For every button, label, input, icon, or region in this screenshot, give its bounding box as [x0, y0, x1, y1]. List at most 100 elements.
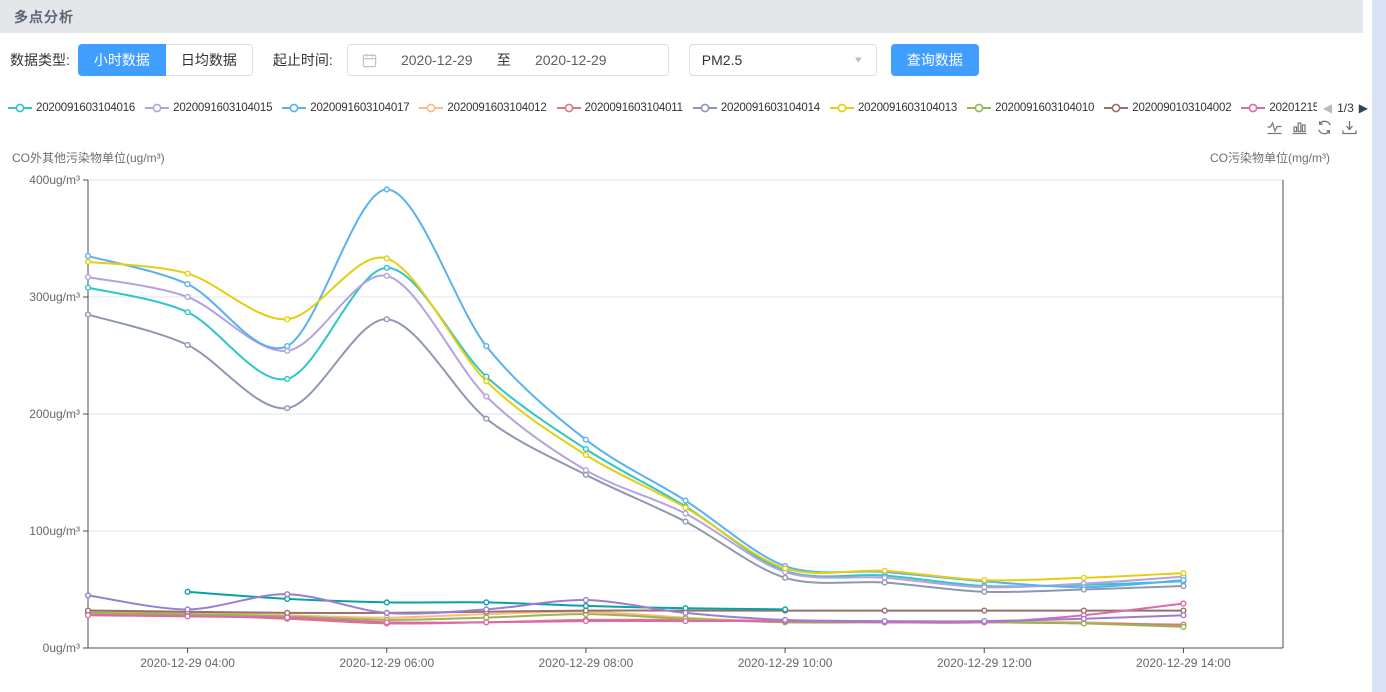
data-point [484, 620, 489, 625]
query-data-button[interactable]: 查询数据 [891, 44, 979, 76]
legend-item-label: 20201215 [1269, 102, 1317, 114]
data-point [1081, 575, 1086, 580]
series-line [88, 189, 1183, 587]
download-icon[interactable] [1341, 119, 1358, 136]
refresh-icon[interactable] [1316, 119, 1333, 136]
data-point [982, 589, 987, 594]
bar-chart-icon[interactable] [1291, 119, 1308, 136]
data-point [982, 619, 987, 624]
data-point [185, 614, 190, 619]
legend-item-label: 2020091603104013 [858, 102, 957, 114]
date-to-label: 至 [497, 50, 511, 70]
legend-item-label: 2020091603104012 [447, 102, 546, 114]
data-point [285, 592, 290, 597]
data-point [384, 256, 389, 261]
legend-line-icon [830, 102, 854, 114]
data-point [484, 379, 489, 384]
data-point [384, 317, 389, 322]
legend-item[interactable]: 2020091603104015 [145, 102, 272, 114]
data-point [285, 377, 290, 382]
data-point [285, 615, 290, 620]
chevron-down-icon: ▼ [853, 55, 864, 65]
data-point [1181, 578, 1186, 583]
data-point [1081, 616, 1086, 621]
date-range-picker[interactable]: 2020-12-29 至 2020-12-29 [347, 44, 669, 76]
data-point [1181, 625, 1186, 630]
legend-item[interactable]: 2020091603104010 [967, 102, 1094, 114]
data-point [783, 575, 788, 580]
legend-item-label: 2020091603104010 [995, 102, 1094, 114]
data-point [86, 275, 91, 280]
data-point [185, 589, 190, 594]
daily-data-button[interactable]: 日均数据 [166, 44, 253, 76]
data-point [285, 406, 290, 411]
series-line [88, 612, 1183, 626]
data-point [584, 472, 589, 477]
data-point [86, 593, 91, 598]
legend-item[interactable]: 2020090103104002 [1104, 102, 1231, 114]
data-type-label: 数据类型: [10, 50, 70, 70]
data-point [484, 600, 489, 605]
data-point [86, 285, 91, 290]
legend-item[interactable]: 2020091603104011 [557, 102, 683, 114]
chart-canvas[interactable]: 0ug/m³100ug/m³200ug/m³300ug/m³400ug/m³20… [0, 140, 1386, 692]
data-point [384, 600, 389, 605]
data-point [484, 416, 489, 421]
data-point [882, 568, 887, 573]
data-point [783, 607, 788, 612]
legend-item[interactable]: 2020091603104016 [8, 102, 135, 114]
page-header: 多点分析 [0, 0, 1363, 33]
data-point [584, 619, 589, 624]
legend: 2020091603104016 2020091603104015 20200916… [8, 99, 1324, 117]
page-title: 多点分析 [14, 7, 74, 27]
data-point [683, 511, 688, 516]
legend-line-icon [557, 102, 581, 114]
legend-item[interactable]: 20201215 [1241, 102, 1317, 114]
legend-line-icon [693, 102, 717, 114]
data-point [683, 519, 688, 524]
data-point [982, 578, 987, 583]
series-line [88, 268, 1183, 587]
data-point [86, 260, 91, 265]
legend-item-label: 2020091603104011 [585, 102, 683, 114]
start-date-input[interactable]: 2020-12-29 [377, 52, 497, 68]
data-point [882, 608, 887, 613]
line-chart-icon[interactable] [1266, 119, 1283, 136]
series-line [88, 257, 1183, 580]
legend-pager: ◀ 1/3 ▶ [1323, 99, 1368, 117]
x-axis-tick-label: 2020-12-29 14:00 [1136, 656, 1231, 670]
data-point [683, 498, 688, 503]
calendar-icon [362, 53, 377, 68]
end-date-input[interactable]: 2020-12-29 [511, 52, 631, 68]
series-2020091603104017 [86, 187, 1186, 590]
legend-item[interactable]: 2020091603104013 [830, 102, 957, 114]
data-point [882, 580, 887, 585]
data-point [384, 265, 389, 270]
legend-item-label: 2020091603104014 [721, 102, 820, 114]
data-point [484, 344, 489, 349]
data-point [185, 282, 190, 287]
x-axis-tick-label: 2020-12-29 12:00 [937, 656, 1032, 670]
series-2020091603104013 [86, 256, 1186, 582]
legend-item[interactable]: 2020091603104012 [419, 102, 546, 114]
hourly-data-button[interactable]: 小时数据 [78, 44, 166, 76]
data-point [384, 620, 389, 625]
x-axis-tick-label: 2020-12-29 08:00 [539, 656, 634, 670]
chart-toolbox [1266, 119, 1358, 136]
legend-line-icon [419, 102, 443, 114]
data-point [584, 453, 589, 458]
legend-item[interactable]: 2020091603104014 [693, 102, 820, 114]
legend-prev-button[interactable]: ◀ [1323, 101, 1332, 115]
data-point [584, 598, 589, 603]
data-point [384, 274, 389, 279]
y-axis-tick-label: 0ug/m³ [43, 641, 80, 655]
data-point [185, 271, 190, 276]
series-2020091603104016 [86, 265, 1186, 588]
legend-item-label: 2020090103104002 [1132, 102, 1231, 114]
x-axis-tick-label: 2020-12-29 04:00 [140, 656, 235, 670]
pollutant-select[interactable]: PM2.5 ▼ [689, 44, 877, 76]
data-point [1181, 571, 1186, 576]
legend-item[interactable]: 2020091603104017 [282, 102, 409, 114]
y-axis-tick-label: 200ug/m³ [29, 407, 80, 421]
legend-next-button[interactable]: ▶ [1359, 101, 1368, 115]
